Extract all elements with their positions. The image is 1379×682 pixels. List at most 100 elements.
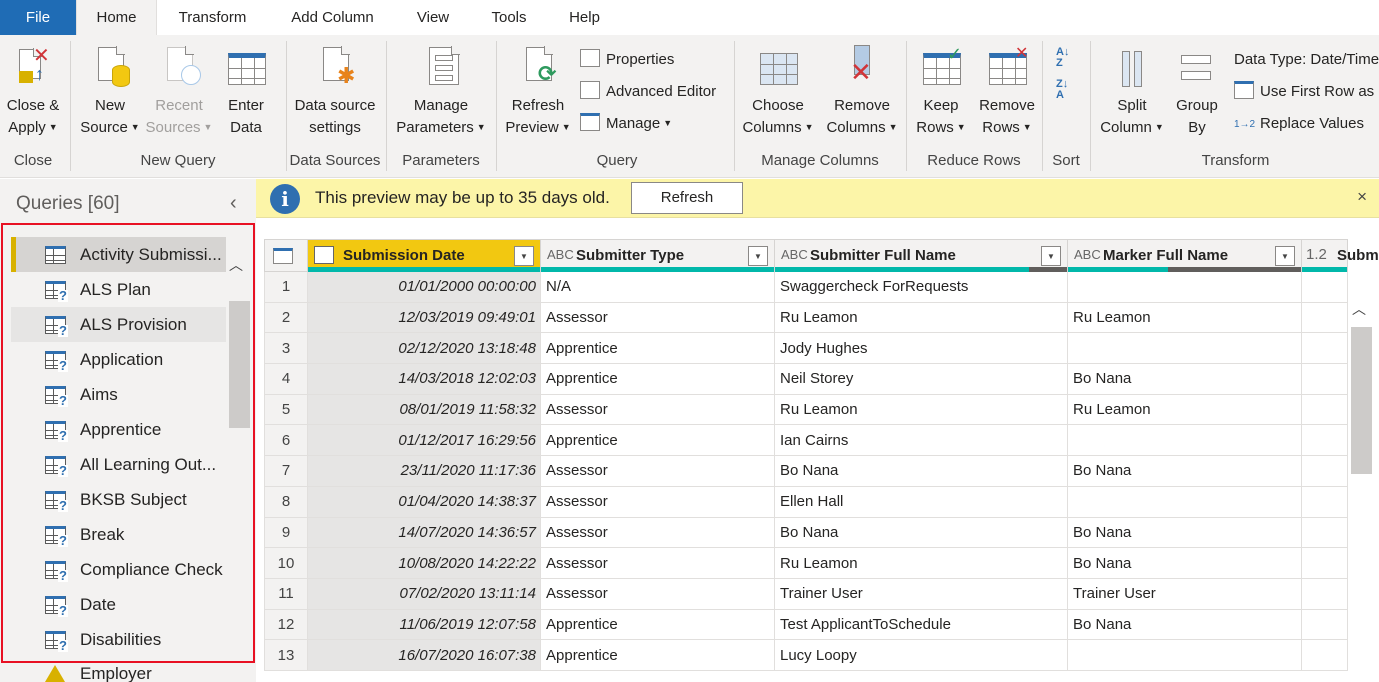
tab-file[interactable]: File	[0, 0, 76, 35]
row-number[interactable]: 9	[264, 516, 308, 549]
cell-submitter-type[interactable]: Apprentice	[540, 608, 775, 641]
remove-columns-button[interactable]: ✕ Remove Columns ▼	[820, 45, 904, 140]
cell-submission-partial[interactable]	[1301, 301, 1348, 334]
cell-marker-full-name[interactable]: Ru Leamon	[1067, 301, 1302, 334]
query-item-als-plan[interactable]: ALS Plan	[11, 272, 226, 307]
cell-submission-date[interactable]: 14/03/2018 12:02:03	[307, 363, 541, 395]
cell-submission-partial[interactable]	[1301, 393, 1348, 426]
query-item-date[interactable]: Date	[11, 587, 226, 622]
cell-submitter-full-name[interactable]: Trainer User	[774, 577, 1068, 610]
cell-submission-date[interactable]: 01/04/2020 14:38:37	[307, 485, 541, 518]
cell-submitter-full-name[interactable]: Lucy Loopy	[774, 639, 1068, 671]
cell-submission-date[interactable]: 12/03/2019 09:49:01	[307, 301, 541, 334]
query-item-break[interactable]: Break	[11, 517, 226, 552]
scroll-up-icon[interactable]: ︿	[229, 255, 243, 275]
cell-submitter-type[interactable]: Apprentice	[540, 424, 775, 457]
column-header-marker-full-name[interactable]: ABC Marker Full Name ▼	[1067, 239, 1302, 272]
table-menu-icon[interactable]	[264, 239, 308, 272]
cell-submission-partial[interactable]	[1301, 424, 1348, 457]
chevron-left-icon[interactable]: ‹	[230, 192, 237, 215]
data-source-settings-button[interactable]: ✱ Data source settings	[287, 45, 383, 139]
query-item-bksb-subject[interactable]: BKSB Subject	[11, 482, 226, 517]
cell-submission-partial[interactable]	[1301, 547, 1348, 579]
cell-submission-partial[interactable]	[1301, 363, 1348, 395]
keep-rows-button[interactable]: ✓ Keep Rows ▼	[908, 44, 974, 140]
row-number[interactable]: 8	[264, 485, 308, 518]
cell-submission-partial[interactable]	[1301, 516, 1348, 549]
cell-submission-partial[interactable]	[1301, 577, 1348, 610]
cell-submission-partial[interactable]	[1301, 608, 1348, 641]
cell-marker-full-name[interactable]	[1067, 639, 1302, 671]
query-item-apprentice[interactable]: Apprentice	[11, 412, 226, 447]
cell-submitter-full-name[interactable]: Ellen Hall	[774, 485, 1068, 518]
cell-submitter-type[interactable]: Apprentice	[540, 363, 775, 395]
cell-submission-date[interactable]: 07/02/2020 13:11:14	[307, 577, 541, 610]
query-item-all-learning-outcomes[interactable]: All Learning Out...	[11, 447, 226, 482]
group-by-button[interactable]: Group By	[1168, 45, 1226, 139]
cell-submission-partial[interactable]	[1301, 639, 1348, 671]
split-column-button[interactable]: Split Column ▼	[1098, 45, 1166, 140]
cell-submitter-type[interactable]: Apprentice	[540, 332, 775, 365]
cell-submitter-type[interactable]: Assessor	[540, 393, 775, 426]
cell-marker-full-name[interactable]: Ru Leamon	[1067, 393, 1302, 426]
query-item-activity-submissions[interactable]: Activity Submissi...	[11, 237, 226, 272]
row-number[interactable]: 5	[264, 393, 308, 426]
query-item-aims[interactable]: Aims	[11, 377, 226, 412]
cell-submission-partial[interactable]	[1301, 271, 1348, 303]
row-number[interactable]: 11	[264, 577, 308, 610]
query-item-disabilities[interactable]: Disabilities	[11, 622, 226, 657]
cell-marker-full-name[interactable]: Bo Nana	[1067, 455, 1302, 487]
filter-dropdown-icon[interactable]: ▼	[748, 246, 768, 266]
cell-submitter-full-name[interactable]: Ru Leamon	[774, 301, 1068, 334]
column-header-submission-date[interactable]: Submission Date ▼	[307, 239, 541, 272]
cell-submitter-full-name[interactable]: Bo Nana	[774, 516, 1068, 549]
data-type-dropdown[interactable]: Data Type: Date/Time	[1234, 48, 1379, 72]
cell-submission-date[interactable]: 10/08/2020 14:22:22	[307, 547, 541, 579]
manage-parameters-button[interactable]: Manage Parameters ▼	[390, 45, 492, 140]
filter-dropdown-icon[interactable]: ▼	[1275, 246, 1295, 266]
cell-submitter-type[interactable]: N/A	[540, 271, 775, 303]
row-number[interactable]: 10	[264, 547, 308, 579]
cell-marker-full-name[interactable]	[1067, 485, 1302, 518]
cell-submitter-full-name[interactable]: Jody Hughes	[774, 332, 1068, 365]
cell-submitter-type[interactable]: Assessor	[540, 455, 775, 487]
tab-add-column[interactable]: Add Column	[277, 0, 388, 35]
column-header-submission-partial[interactable]: 1.2 Subm	[1301, 239, 1379, 272]
cell-marker-full-name[interactable]	[1067, 271, 1302, 303]
manage-button[interactable]: Manage ▼	[580, 112, 672, 136]
cell-marker-full-name[interactable]: Bo Nana	[1067, 516, 1302, 549]
cell-marker-full-name[interactable]	[1067, 424, 1302, 457]
row-number[interactable]: 6	[264, 424, 308, 457]
query-item-application[interactable]: Application	[11, 342, 226, 377]
row-number[interactable]: 4	[264, 363, 308, 395]
scroll-up-icon[interactable]: ︿	[1352, 299, 1366, 319]
cell-submission-date[interactable]: 23/11/2020 11:17:36	[307, 455, 541, 487]
cell-submission-date[interactable]: 11/06/2019 12:07:58	[307, 608, 541, 641]
new-source-button[interactable]: New Source ▼	[78, 45, 142, 140]
cell-submitter-full-name[interactable]: Bo Nana	[774, 455, 1068, 487]
refresh-preview-button[interactable]: ⟳ Refresh Preview ▼	[502, 45, 574, 140]
row-number[interactable]: 7	[264, 455, 308, 487]
cell-submission-date[interactable]: 16/07/2020 16:07:38	[307, 639, 541, 671]
tab-transform[interactable]: Transform	[165, 0, 260, 35]
tab-view[interactable]: View	[405, 0, 461, 35]
advanced-editor-button[interactable]: Advanced Editor	[580, 80, 716, 104]
cell-submission-date[interactable]: 08/01/2019 11:58:32	[307, 393, 541, 426]
choose-columns-button[interactable]: Choose Columns ▼	[736, 45, 820, 140]
cell-submission-date[interactable]: 02/12/2020 13:18:48	[307, 332, 541, 365]
cell-marker-full-name[interactable]: Trainer User	[1067, 577, 1302, 610]
cell-submitter-full-name[interactable]: Ru Leamon	[774, 547, 1068, 579]
column-header-submitter-type[interactable]: ABC Submitter Type ▼	[540, 239, 775, 272]
cell-submitter-type[interactable]: Assessor	[540, 516, 775, 549]
cell-marker-full-name[interactable]: Bo Nana	[1067, 363, 1302, 395]
row-number[interactable]: 12	[264, 608, 308, 641]
cell-submission-partial[interactable]	[1301, 485, 1348, 518]
cell-marker-full-name[interactable]	[1067, 332, 1302, 365]
filter-dropdown-icon[interactable]: ▼	[514, 246, 534, 266]
cell-submitter-full-name[interactable]: Ian Cairns	[774, 424, 1068, 457]
cell-submitter-type[interactable]: Assessor	[540, 547, 775, 579]
cell-submitter-type[interactable]: Apprentice	[540, 639, 775, 671]
row-number[interactable]: 13	[264, 639, 308, 671]
recent-sources-button[interactable]: Recent Sources ▼	[144, 45, 214, 140]
cell-submitter-full-name[interactable]: Test ApplicantToSchedule	[774, 608, 1068, 641]
